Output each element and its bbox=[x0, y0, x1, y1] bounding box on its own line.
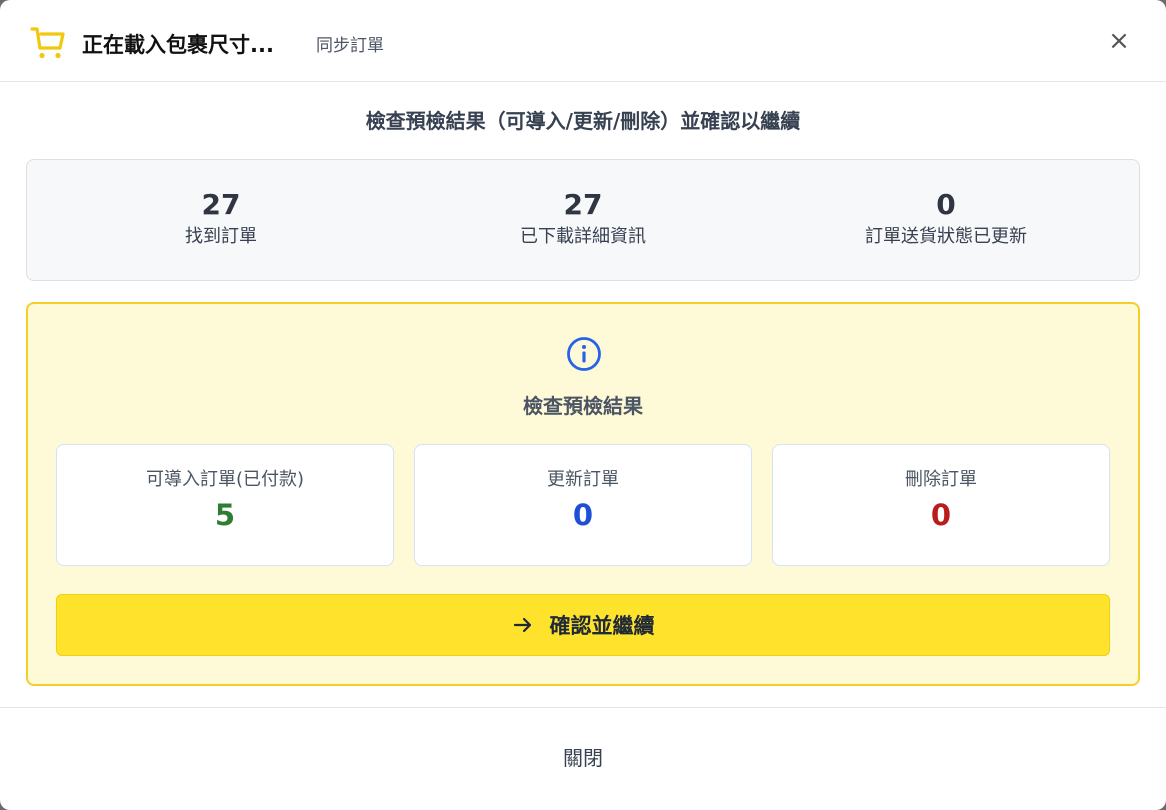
stat-shipping-updated: 0 訂單送貨狀態已更新 bbox=[796, 188, 1096, 250]
card-label: 可導入訂單(已付款) bbox=[145, 469, 305, 490]
close-button[interactable]: 關閉 bbox=[0, 744, 1166, 772]
stat-label: 已下載詳細資訊 bbox=[520, 226, 646, 247]
dialog-title: 正在載入包裹尺寸... bbox=[82, 33, 274, 57]
stat-value: 27 bbox=[201, 188, 241, 221]
precheck-title: 檢查預檢結果 bbox=[523, 394, 643, 418]
card-update-orders: 更新訂單 0 bbox=[414, 444, 752, 566]
confirm-continue-button[interactable]: 確認並繼續 bbox=[56, 594, 1110, 656]
card-label: 刪除訂單 bbox=[905, 469, 977, 490]
card-label: 更新訂單 bbox=[547, 469, 619, 490]
close-icon[interactable]: × bbox=[1104, 26, 1134, 56]
card-value: 0 bbox=[930, 498, 952, 532]
card-value: 5 bbox=[214, 498, 236, 532]
dialog-subtitle: 同步訂單 bbox=[316, 36, 384, 56]
stat-value: 27 bbox=[563, 188, 603, 221]
stats-summary: 27 找到訂單 27 已下載詳細資訊 0 訂單送貨狀態已更新 bbox=[26, 159, 1140, 281]
card-importable-orders: 可導入訂單(已付款) 5 bbox=[56, 444, 394, 566]
confirm-continue-label: 確認並繼續 bbox=[549, 614, 655, 638]
stat-label: 訂單送貨狀態已更新 bbox=[865, 226, 1027, 247]
info-icon bbox=[567, 337, 601, 371]
dialog-footer: 關閉 bbox=[0, 707, 1166, 810]
arrow-right-icon bbox=[513, 617, 531, 633]
shopping-cart-icon bbox=[30, 27, 65, 59]
stat-found-orders: 27 找到訂單 bbox=[71, 188, 371, 250]
stat-label: 找到訂單 bbox=[185, 226, 257, 247]
card-delete-orders: 刪除訂單 0 bbox=[772, 444, 1110, 566]
card-value: 0 bbox=[572, 498, 594, 532]
precheck-panel: 檢查預檢結果 可導入訂單(已付款) 5 更新訂單 0 刪除訂單 0 確認並繼續 bbox=[26, 302, 1140, 686]
sync-orders-dialog: 正在載入包裹尺寸... 同步訂單 × 檢查預檢結果（可導入/更新/刪除）並確認以… bbox=[0, 0, 1166, 810]
section-heading: 檢查預檢結果（可導入/更新/刪除）並確認以繼續 bbox=[365, 109, 801, 133]
stat-value: 0 bbox=[936, 188, 956, 221]
dialog-header: 正在載入包裹尺寸... 同步訂單 × bbox=[0, 0, 1166, 82]
stat-downloaded-details: 27 已下載詳細資訊 bbox=[433, 188, 733, 250]
